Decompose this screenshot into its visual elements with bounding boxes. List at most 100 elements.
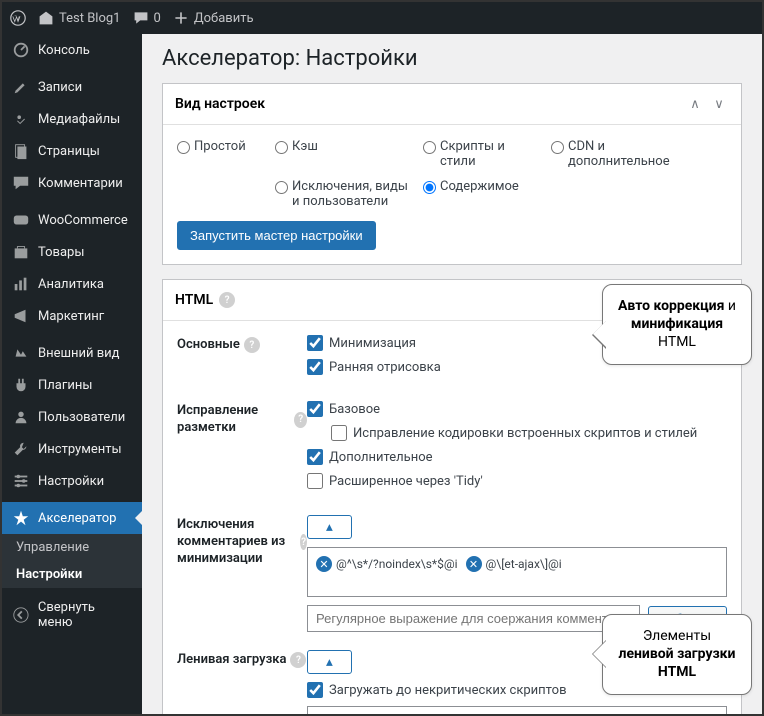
sidebar-item-plugins[interactable]: Плагины [2, 369, 142, 401]
comments-link[interactable]: 0 [133, 10, 161, 26]
row-label-lazy: Ленивая загрузка? [177, 650, 307, 669]
chk-label: Базовое [329, 402, 380, 417]
sidebar-label: Внешний вид [38, 346, 120, 361]
callout-text: и [724, 298, 736, 314]
chk-extra[interactable]: Дополнительное [307, 449, 727, 465]
sidebar-label: Страницы [38, 144, 100, 159]
sidebar-item-console[interactable]: Консоль [2, 34, 142, 66]
radio-label: Простой [194, 139, 246, 154]
remove-tag-icon[interactable]: ✕ [466, 556, 482, 572]
sidebar-item-tools[interactable]: Инструменты [2, 433, 142, 465]
wp-logo[interactable] [10, 10, 26, 26]
sidebar-item-media[interactable]: Медиафайлы [2, 103, 142, 135]
collapse-label: Свернуть меню [38, 600, 132, 630]
submenu-manage[interactable]: Управление [2, 534, 142, 561]
help-icon[interactable]: ? [294, 412, 307, 428]
callout-text: Авто коррекция [618, 298, 724, 314]
sidebar-item-appearance[interactable]: Внешний вид [2, 337, 142, 369]
sidebar-item-pages[interactable]: Страницы [2, 135, 142, 167]
sidebar-submenu: Управление Настройки [2, 534, 142, 588]
panel-header: Вид настроек ∧ ∨ [163, 84, 741, 125]
sidebar-label: Пользователи [38, 410, 125, 425]
sidebar-label: Плагины [38, 378, 92, 393]
row-label-exclusions: Исключения комментариев из минимизации ? [177, 515, 307, 568]
main-content: Акселератор: Настройки Вид настроек ∧ ∨ … [142, 34, 762, 714]
radio-scripts[interactable]: Скрипты и стили [423, 139, 543, 169]
submenu-settings[interactable]: Настройки [2, 561, 142, 588]
panel-title: Вид настроек [175, 96, 265, 112]
sidebar-label: Медиафайлы [38, 112, 120, 127]
sidebar-collapse[interactable]: Свернуть меню [2, 593, 142, 637]
row-label-fix: Исправление разметки? [177, 401, 307, 437]
wizard-button[interactable]: Запустить мастер настройки [177, 221, 376, 250]
sidebar-item-woo[interactable]: WooCommerce [2, 204, 142, 236]
sidebar-label: Записи [38, 80, 82, 95]
sidebar-label: Инструменты [38, 442, 122, 457]
sidebar-item-users[interactable]: Пользователи [2, 401, 142, 433]
chk-label: Минимизация [329, 336, 416, 351]
callout-text: Элементы [643, 628, 711, 644]
tag-text: @^\s*/?noindex\s*$@i [336, 557, 458, 571]
sidebar-label: Маркетинг [38, 309, 104, 324]
radio-simple[interactable]: Простой [177, 139, 267, 169]
row-label-basic: Основные? [177, 335, 307, 354]
collapse-button[interactable]: ▴ [307, 515, 352, 539]
admin-sidebar: Консоль Записи Медиафайлы Страницы Комме… [2, 34, 142, 714]
radio-exclusions[interactable]: Исключения, виды и пользователи [275, 179, 415, 209]
panel-expand-icon[interactable]: ∨ [709, 94, 729, 114]
panel-view: Вид настроек ∧ ∨ Простой Кэш Скрипты и с… [162, 83, 742, 265]
sidebar-item-analytics[interactable]: Аналитика [2, 268, 142, 300]
chk-encoding[interactable]: Исправление кодировки встроенных скрипто… [331, 425, 727, 441]
chk-label: Расширенное через 'Tidy' [329, 474, 483, 489]
tag-item: ✕ @\[et-ajax\]@i [466, 556, 562, 572]
sidebar-item-settings[interactable]: Настройки [2, 465, 142, 497]
help-icon[interactable]: ? [300, 534, 307, 550]
add-label: Добавить [194, 11, 254, 26]
comments-count: 0 [154, 11, 161, 26]
chk-label: Загружать до некритических скриптов [329, 683, 567, 698]
callout-text: ленивой загрузки HTML [619, 646, 736, 680]
sidebar-item-posts[interactable]: Записи [2, 71, 142, 103]
chk-tidy[interactable]: Расширенное через 'Tidy' [307, 473, 727, 489]
remove-tag-icon[interactable]: ✕ [316, 556, 332, 572]
sidebar-label: Акселератор [38, 511, 116, 526]
sidebar-item-comments[interactable]: Комментарии [2, 167, 142, 199]
help-icon[interactable]: ? [244, 337, 260, 353]
panel-collapse-icon[interactable]: ∧ [685, 94, 705, 114]
sidebar-label: Товары [38, 245, 84, 260]
collapse-button[interactable]: ▴ [307, 650, 352, 674]
callout-text: минификация [631, 316, 723, 332]
radio-cdn[interactable]: CDN и дополнительное [551, 139, 671, 169]
chk-label: Дополнительное [329, 450, 433, 465]
radio-label: Кэш [292, 139, 318, 154]
sidebar-item-products[interactable]: Товары [2, 236, 142, 268]
callout-minification: Авто коррекция и минификация HTML [602, 284, 752, 365]
sidebar-label: Аналитика [38, 277, 104, 292]
sidebar-item-marketing[interactable]: Маркетинг [2, 300, 142, 332]
radio-label: CDN и дополнительное [568, 139, 671, 169]
radio-content[interactable]: Содержимое [423, 179, 543, 209]
tag-item: ✕ @^\s*/?noindex\s*$@i [316, 556, 458, 572]
radio-label: Содержимое [440, 179, 519, 194]
callout-text: HTML [658, 334, 696, 350]
site-name: Test Blog1 [59, 11, 121, 26]
chk-label: Ранняя отрисовка [329, 360, 441, 375]
tags-box: ✕ @^\s*/?noindex\s*$@i ✕ @\[et-ajax\]@i [307, 547, 727, 597]
sidebar-item-accelerator[interactable]: Акселератор [2, 502, 142, 534]
page-title: Акселератор: Настройки [162, 46, 742, 71]
sidebar-label: Настройки [38, 474, 104, 489]
regex-input[interactable] [307, 605, 640, 632]
help-icon[interactable]: ? [290, 652, 306, 668]
sidebar-label: WooCommerce [38, 213, 128, 228]
tag-text: @\[et-ajax\]@i [486, 557, 562, 571]
callout-lazy: Элементы ленивой загрузки HTML [602, 614, 752, 695]
sidebar-label: Консоль [38, 43, 90, 58]
lazy-tags-box [307, 706, 727, 714]
radio-cache[interactable]: Кэш [275, 139, 415, 169]
radio-label: Скрипты и стили [440, 139, 543, 169]
help-icon[interactable]: ? [219, 292, 235, 308]
add-new[interactable]: Добавить [173, 10, 254, 26]
chk-base[interactable]: Базовое [307, 401, 727, 417]
site-link[interactable]: Test Blog1 [38, 10, 121, 26]
admin-topbar: Test Blog1 0 Добавить [2, 2, 762, 34]
